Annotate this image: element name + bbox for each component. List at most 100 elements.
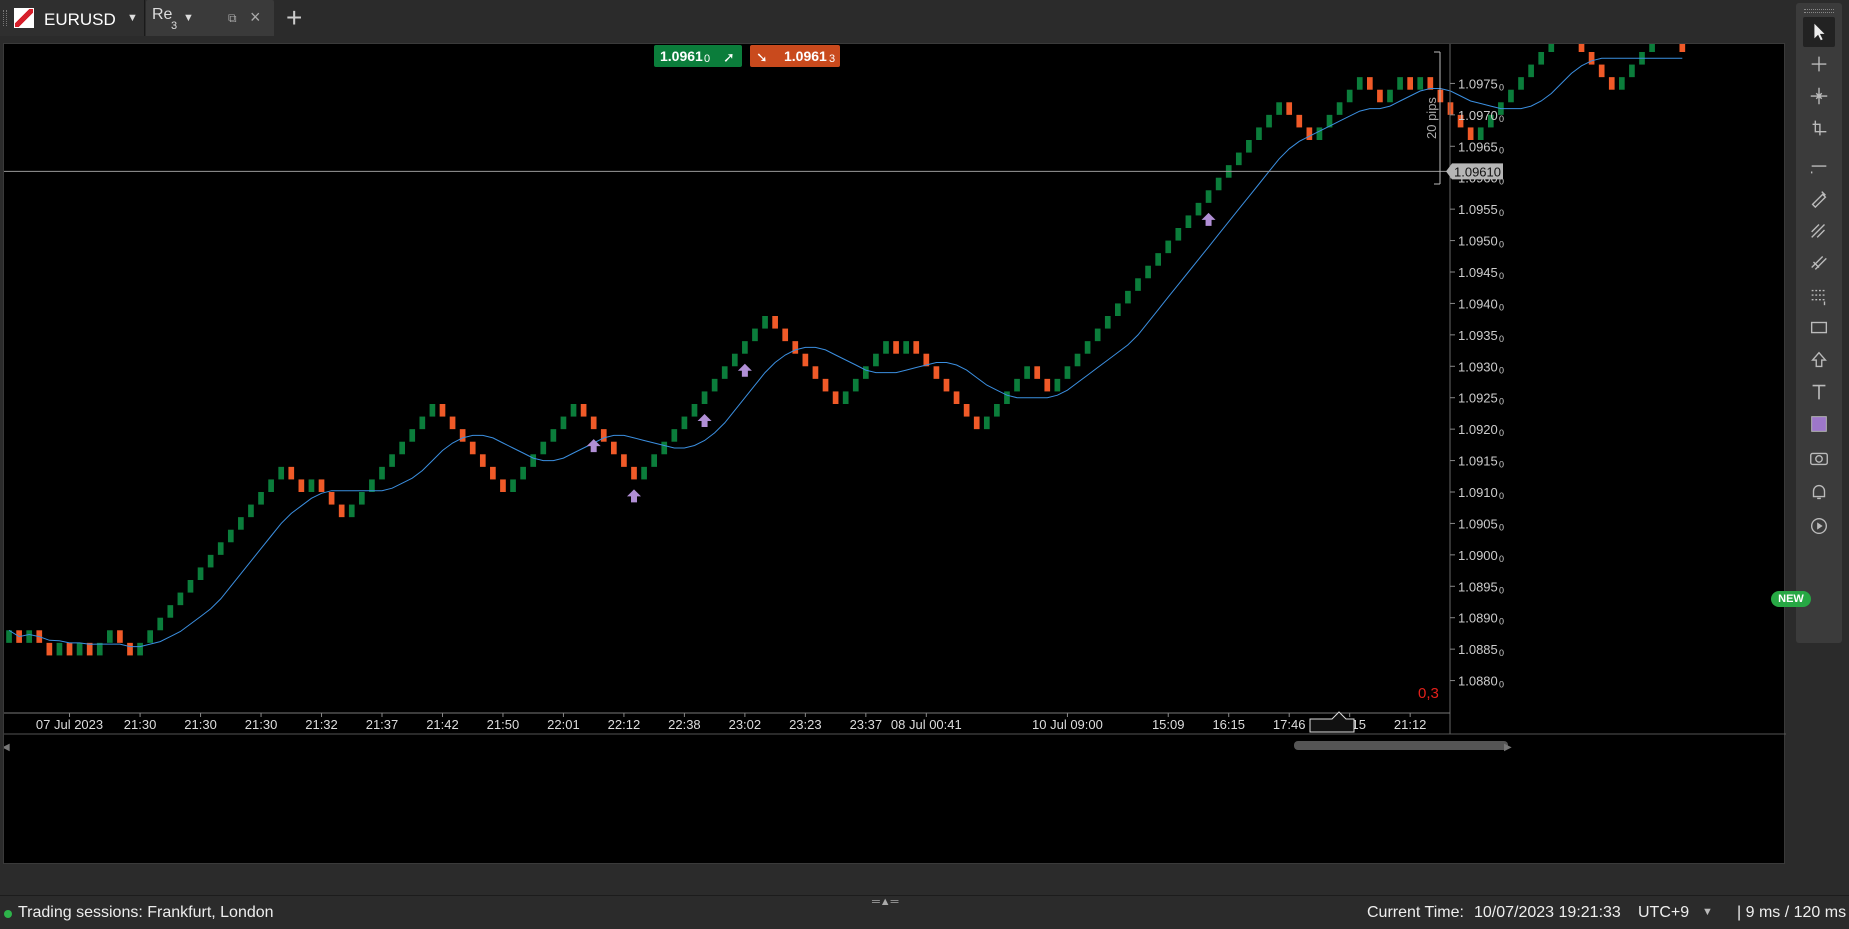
- text-icon[interactable]: [1803, 377, 1835, 407]
- bull-brick: [731, 353, 738, 367]
- panel-grip-icon[interactable]: ═▲═: [872, 896, 898, 908]
- bull-brick: [510, 479, 516, 492]
- bear-brick: [772, 316, 778, 329]
- bull-brick: [1215, 177, 1222, 191]
- channel-icon[interactable]: [1803, 247, 1835, 277]
- cursor-icon[interactable]: [1803, 17, 1835, 47]
- bull-brick: [369, 479, 375, 492]
- bear-brick: [318, 479, 325, 492]
- line-icon[interactable]: [1803, 151, 1835, 181]
- chevron-down-icon[interactable]: ▼: [183, 12, 194, 24]
- timezone-select[interactable]: UTC+9: [1638, 904, 1689, 922]
- chevron-down-icon[interactable]: ▼: [127, 12, 138, 24]
- bear-brick: [953, 391, 960, 404]
- horizontal-scrollbar[interactable]: ◀ ▶: [4, 733, 1786, 753]
- ask-quote-button[interactable]: ➘ 1.0961 3: [750, 45, 840, 67]
- trading-sessions-text[interactable]: Trading sessions: Frankfurt, London: [18, 904, 274, 922]
- price-axis: 1.097501.097001.096501.096001.095501.095…: [1449, 44, 1504, 734]
- price-tick-label: 1.0965: [1458, 139, 1498, 154]
- bull-brick: [258, 492, 264, 505]
- bull-brick: [429, 404, 436, 417]
- bull-brick: [248, 504, 254, 518]
- time-tick-label: 07 Jul 2023: [36, 717, 103, 732]
- bull-brick: [1538, 52, 1545, 65]
- time-tick-label: 22:38: [668, 717, 701, 732]
- bull-brick: [177, 592, 184, 606]
- bear-brick: [46, 642, 53, 656]
- bear-brick: [973, 416, 980, 430]
- bull-brick: [540, 441, 547, 455]
- measure-icon[interactable]: [1803, 113, 1835, 143]
- time-tick-label: 21:12: [1394, 717, 1427, 732]
- time-tick-label: 21:50: [487, 717, 520, 732]
- tab-renko[interactable]: Re 3 ▼ ⧉ ×: [146, 0, 274, 36]
- toolbar-grip[interactable]: [1804, 9, 1834, 13]
- tab-period-label: Re: [152, 6, 173, 23]
- bull-brick: [842, 391, 849, 404]
- bear-brick: [338, 504, 345, 518]
- buy-signal-arrow-icon: [697, 414, 712, 427]
- navigator-handle[interactable]: [1309, 711, 1355, 733]
- replay-icon[interactable]: [1803, 511, 1835, 541]
- fib-icon[interactable]: [1803, 215, 1835, 245]
- scroll-left-icon[interactable]: ◀: [4, 742, 10, 753]
- scroll-right-icon[interactable]: ▶: [1504, 742, 1512, 753]
- price-tick-label: 1.0920: [1458, 422, 1498, 437]
- bull-brick: [1014, 378, 1020, 392]
- bull-brick: [1316, 127, 1323, 140]
- pen-icon[interactable]: [1803, 183, 1835, 213]
- zoom-icon[interactable]: [1803, 81, 1835, 111]
- close-icon[interactable]: ×: [250, 7, 261, 28]
- levels-icon[interactable]: [1803, 281, 1835, 311]
- bull-brick: [903, 341, 909, 354]
- bear-brick: [328, 492, 335, 505]
- pips-ruler-label: 20 pips: [1424, 97, 1439, 139]
- signals: [586, 212, 1216, 503]
- price-tick-label: 1.0955: [1458, 202, 1498, 217]
- bear-brick: [590, 416, 597, 430]
- status-bar: ═▲═ Trading sessions: Frankfurt, London …: [0, 895, 1849, 929]
- bell-icon[interactable]: [1803, 477, 1835, 507]
- bull-brick: [1508, 89, 1514, 103]
- price-tick-label: 1.0945: [1458, 265, 1498, 280]
- rectangle-icon[interactable]: [1803, 313, 1835, 343]
- price-tick-sub: 0: [1499, 145, 1504, 155]
- bull-brick: [691, 404, 698, 417]
- bull-brick: [983, 416, 990, 430]
- time-tick-label: 15:09: [1152, 717, 1185, 732]
- bear-brick: [1608, 77, 1615, 90]
- crosshair-icon[interactable]: [1803, 49, 1835, 79]
- bull-brick: [1518, 77, 1524, 90]
- grip-icon[interactable]: [3, 10, 7, 26]
- tab-eurusd[interactable]: EURUSD ▼: [0, 0, 145, 36]
- drawing-toolbar: [1796, 3, 1842, 643]
- bear-brick: [449, 416, 456, 430]
- current-price-label-box: 1.09610: [1446, 163, 1503, 180]
- chevron-down-icon[interactable]: ▼: [1702, 906, 1713, 918]
- color-icon[interactable]: [1803, 409, 1835, 439]
- price-tick-label: 1.0895: [1458, 579, 1498, 594]
- price-tick-label: 1.0935: [1458, 328, 1498, 343]
- price-tick-label: 1.0890: [1458, 611, 1498, 626]
- camera-icon[interactable]: [1803, 443, 1835, 473]
- price-tick-sub: 0: [1499, 522, 1504, 532]
- bull-brick: [671, 429, 678, 442]
- price-tick-label: 1.0885: [1458, 642, 1498, 657]
- arrow-icon[interactable]: [1803, 345, 1835, 375]
- bear-brick: [611, 441, 617, 455]
- time-tick-label: 17:46: [1273, 717, 1306, 732]
- pips-ruler: 20 pips: [1424, 51, 1441, 185]
- renko-chart[interactable]: 1.097501.097001.096501.096001.095501.095…: [4, 44, 1786, 865]
- chart-frame[interactable]: 1.097501.097001.096501.096001.095501.095…: [3, 43, 1786, 865]
- bull-brick: [278, 466, 285, 480]
- bid-price: 1.0961: [660, 48, 703, 64]
- bull-brick: [1054, 378, 1061, 392]
- bull-brick: [762, 316, 768, 329]
- time-tick-label: 10 Jul 09:00: [1032, 717, 1103, 732]
- bid-quote-button[interactable]: 1.0961 0 ➚: [654, 45, 742, 67]
- add-tab-button[interactable]: +: [286, 2, 302, 34]
- spread-value: 0,3: [1418, 685, 1439, 702]
- bull-brick: [873, 353, 879, 367]
- bull-brick: [187, 580, 194, 593]
- detach-icon[interactable]: ⧉: [228, 11, 237, 26]
